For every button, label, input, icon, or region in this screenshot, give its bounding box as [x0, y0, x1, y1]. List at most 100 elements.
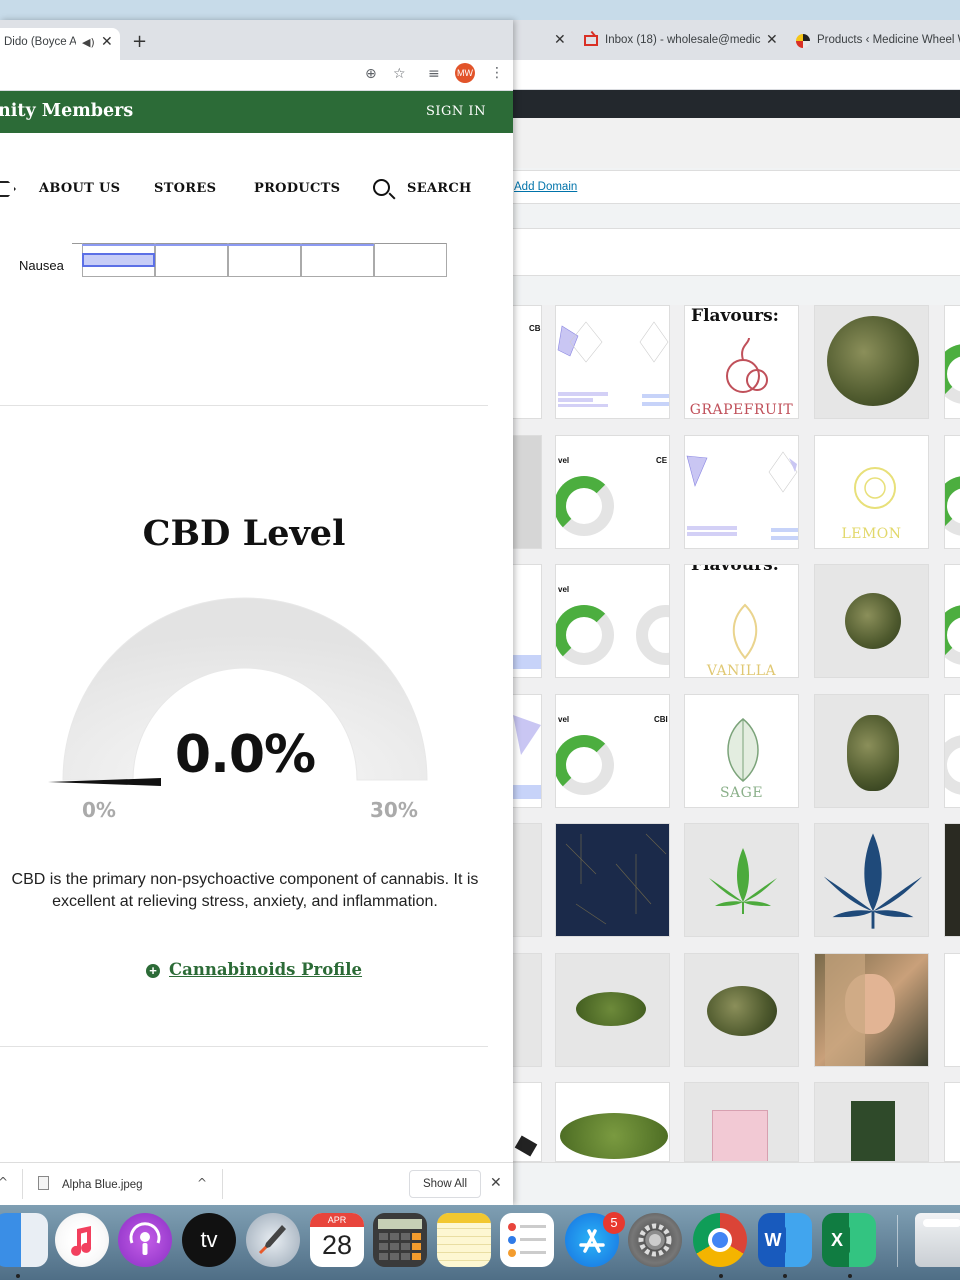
main-nav: ABOUT US STORES PRODUCTS SEARCH	[0, 133, 513, 233]
word-icon[interactable]: W	[758, 1213, 812, 1267]
medicine-wheel-icon	[796, 34, 810, 48]
front-browser-window: Dido (Boyce A ◀) ✕ + ⊕ ☆ ≡ MW ⋮ nity Mem…	[0, 20, 513, 1205]
flavour-heading: Flavours:	[691, 564, 779, 575]
media-thumb[interactable]	[684, 953, 799, 1067]
media-thumb[interactable]	[555, 305, 670, 419]
cannabinoids-profile-link[interactable]: Cannabinoids Profile	[169, 960, 362, 979]
avatar[interactable]: MW	[455, 63, 475, 83]
media-thumb[interactable]	[944, 435, 960, 549]
menu-icon[interactable]: ⋮	[490, 65, 504, 81]
notes-icon[interactable]	[437, 1213, 491, 1267]
media-thumb[interactable]: LEMON	[814, 435, 929, 549]
media-thumb[interactable]	[684, 435, 799, 549]
address-bar[interactable]: ⊕ ☆ ≡ MW ⋮	[0, 60, 513, 91]
media-thumb[interactable]	[814, 564, 929, 678]
media-thumb[interactable]	[814, 305, 929, 419]
effect-row: Nausea	[0, 233, 513, 293]
launchpad-icon[interactable]	[246, 1213, 300, 1267]
close-icon[interactable]: ✕	[490, 1175, 502, 1191]
cbd-value: 0.0%	[174, 725, 316, 785]
media-thumb[interactable]	[512, 564, 542, 678]
tab-close-icon[interactable]: ✕	[101, 34, 113, 50]
media-thumb[interactable]: vel CBI	[555, 694, 670, 808]
media-thumb[interactable]	[684, 1082, 799, 1162]
media-thumb[interactable]	[512, 694, 542, 808]
cbd-description: CBD is the primary non-psychoactive comp…	[11, 871, 479, 910]
search-icon[interactable]	[373, 179, 390, 196]
media-thumb[interactable]: CB	[512, 305, 542, 419]
media-library-grid: CB Flavours: GRAPEFRUIT vel CE LEMON vel…	[512, 305, 960, 1175]
nav-products[interactable]: PRODUCTS	[254, 181, 340, 196]
show-all-button[interactable]: Show All	[409, 1170, 481, 1198]
calendar-icon[interactable]: APR 28	[310, 1213, 364, 1267]
music-icon[interactable]	[55, 1213, 109, 1267]
media-control-icon[interactable]: ≡	[428, 66, 440, 82]
flavour-name: VANILLA	[706, 663, 777, 678]
star-icon[interactable]: ☆	[393, 66, 406, 82]
logo-icon[interactable]	[0, 181, 16, 197]
running-indicator	[848, 1274, 852, 1278]
gauge-max-label: 30%	[370, 798, 418, 822]
media-thumb[interactable]: Flavours: VANILLA	[684, 564, 799, 678]
add-domain-link[interactable]: Add Domain	[514, 181, 577, 193]
media-thumb[interactable]	[555, 823, 670, 937]
effect-bar-chart	[72, 243, 447, 277]
flavour-name: LEMON	[841, 526, 902, 542]
sign-in-link[interactable]: SIGN IN	[426, 104, 486, 119]
reminders-icon[interactable]	[500, 1213, 554, 1267]
tab-close-icon[interactable]: ✕	[766, 32, 778, 48]
tab-inbox[interactable]: Inbox (18) - wholesale@medic	[605, 34, 765, 46]
tab-active[interactable]: Dido (Boyce A ◀) ✕	[0, 28, 120, 60]
media-thumb[interactable]	[944, 823, 960, 937]
media-toolbar	[512, 228, 960, 276]
nav-stores[interactable]: STORES	[154, 181, 216, 196]
media-thumb[interactable]	[814, 823, 929, 937]
nav-about-us[interactable]: ABOUT US	[39, 181, 120, 196]
calendar-day: 28	[321, 1230, 353, 1260]
media-thumb[interactable]: Flavours: GRAPEFRUIT	[684, 305, 799, 419]
download-file-name[interactable]: Alpha Blue.jpeg	[62, 1179, 143, 1191]
nav-search[interactable]: SEARCH	[407, 181, 472, 196]
plus-circle-icon[interactable]: +	[146, 964, 160, 978]
tab-close-icon[interactable]: ✕	[554, 32, 566, 48]
system-preferences-icon[interactable]	[628, 1213, 682, 1267]
trash-icon[interactable]	[915, 1213, 960, 1267]
calculator-icon[interactable]	[373, 1213, 427, 1267]
effect-label: Nausea	[19, 258, 64, 273]
media-thumb[interactable]	[944, 694, 960, 808]
desktop-background	[0, 0, 960, 20]
admin-bar	[512, 90, 960, 118]
chevron-up-icon[interactable]: ^	[0, 1175, 8, 1189]
running-indicator	[783, 1274, 787, 1278]
media-thumb[interactable]	[512, 435, 542, 549]
dock-separator	[897, 1215, 898, 1267]
media-thumb[interactable]: SAGE	[684, 694, 799, 808]
media-thumb[interactable]	[814, 694, 929, 808]
media-thumb[interactable]	[684, 823, 799, 937]
apple-tv-icon[interactable]: tv	[182, 1213, 236, 1267]
chevron-up-icon[interactable]: ^	[197, 1176, 207, 1190]
media-thumb[interactable]	[944, 953, 960, 1067]
speaker-icon[interactable]: ◀)	[82, 36, 95, 49]
media-thumb[interactable]	[814, 953, 929, 1067]
media-thumb[interactable]: vel CE	[555, 435, 670, 549]
media-thumb[interactable]	[555, 1082, 670, 1162]
tab-products[interactable]: Products ‹ Medicine Wheel W	[817, 34, 960, 46]
media-thumb[interactable]	[944, 305, 960, 419]
media-thumb[interactable]	[944, 564, 960, 678]
new-tab-icon[interactable]: +	[132, 31, 147, 52]
media-thumb[interactable]: vel	[555, 564, 670, 678]
media-thumb[interactable]	[555, 953, 670, 1067]
word-letter: W	[760, 1226, 786, 1254]
back-address-bar[interactable]	[512, 60, 960, 90]
finder-icon[interactable]	[0, 1213, 48, 1267]
install-icon[interactable]: ⊕	[365, 66, 377, 82]
media-thumb[interactable]	[944, 1082, 960, 1162]
media-thumb[interactable]	[512, 953, 542, 1067]
media-thumb[interactable]	[814, 1082, 929, 1162]
media-thumb[interactable]	[512, 823, 542, 937]
podcasts-icon[interactable]	[118, 1213, 172, 1267]
excel-icon[interactable]: X	[822, 1213, 876, 1267]
chrome-icon[interactable]	[693, 1213, 747, 1267]
media-thumb[interactable]	[512, 1082, 542, 1162]
